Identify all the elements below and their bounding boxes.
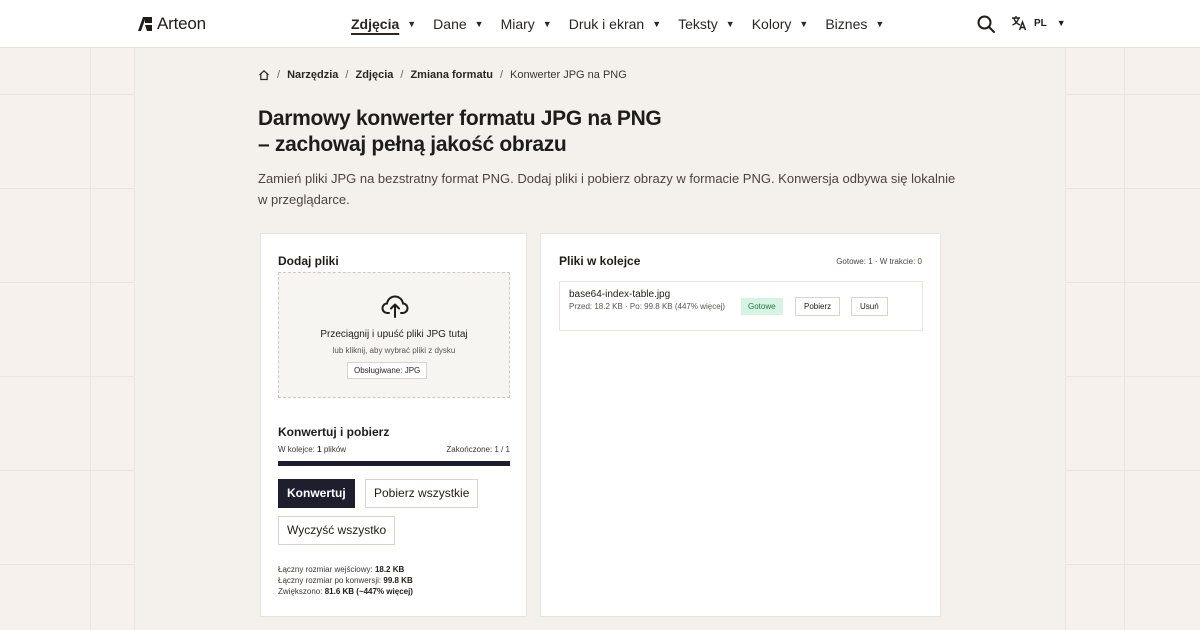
breadcrumb: / Narzędzia / Zdjęcia / Zmiana formatu /… [258,69,627,81]
search-icon[interactable] [976,14,996,34]
upload-card: Dodaj pliki Przeciągnij i upuść pliki JP… [260,233,527,617]
chevron-down-icon: ▼ [542,19,552,29]
queue-title: Pliki w kolejce [559,254,641,268]
clear-all-button[interactable]: Wyczyść wszystko [278,516,396,545]
progress-bar [278,461,510,466]
language-selector[interactable]: PL ▼ [1010,14,1066,32]
summary-input-label: Łączny rozmiar wejściowy: [278,565,373,574]
convert-button[interactable]: Konwertuj [278,479,355,508]
download-file-button[interactable]: Pobierz [795,297,841,316]
breadcrumb-current: Konwerter JPG na PNG [510,69,627,81]
queue-stats: W kolejce: 1 plików Zakończone: 1 / 1 [278,445,510,454]
queue-status: Gotowe: 1 · W trakcie: 0 [836,257,922,266]
summary-output: Łączny rozmiar po konwersji: 99.8 KB [278,575,413,586]
summary-diff: Zwiększono: 81.6 KB (~447% więcej) [278,586,413,597]
breadcrumb-separator: / [400,69,404,81]
chevron-down-icon: ▼ [725,19,735,29]
queue-count-text: W kolejce: 1 plików [278,445,346,454]
language-code: PL [1034,17,1047,29]
page-title: Darmowy konwerter formatu JPG na PNG – z… [258,107,662,156]
chevron-down-icon: ▼ [875,19,885,29]
nav-item-photos[interactable]: Zdjęcia ▼ [351,16,416,32]
queue-count: 1 [317,445,322,454]
queue-prefix: W kolejce: [278,445,315,454]
page-intro: Zamień pliki JPG na bezstratny format PN… [258,171,956,207]
chevron-down-icon: ▼ [474,19,484,29]
nav-label: Miary [500,16,535,32]
file-dropzone[interactable]: Przeciągnij i upuść pliki JPG tutaj lub … [278,272,510,398]
chevron-down-icon: ▼ [652,19,662,29]
nav-label: Kolory [751,16,792,32]
logo-text: Arteon [157,14,206,33]
list-item: base64-index-table.jpg Przed: 18.2 KB · … [559,281,923,331]
status-badge: Gotowe [741,298,783,315]
size-summary: Łączny rozmiar wejściowy: 18.2 KB Łączny… [278,564,413,597]
chevron-down-icon: ▼ [799,19,809,29]
summary-output-label: Łączny rozmiar po konwersji: [278,576,382,585]
dropzone-sub-text: lub kliknij, aby wybrać pliki z dysku [332,346,456,355]
main-nav: Zdjęcia ▼ Dane ▼ Miary ▼ Druk i ekran ▼ … [351,0,901,48]
file-size-info: Przed: 18.2 KB · Po: 99.8 KB (447% więce… [569,302,726,311]
dropzone-main-text: Przeciągnij i upuść pliki JPG tutaj [320,329,468,340]
summary-input: Łączny rozmiar wejściowy: 18.2 KB [278,564,413,575]
remove-file-button[interactable]: Usuń [851,297,888,316]
queue-card: Pliki w kolejce Gotowe: 1 · W trakcie: 0… [540,233,941,617]
nav-label: Dane [433,16,467,32]
logo-icon [138,17,152,31]
summary-diff-value: 81.6 KB (~447% więcej) [324,587,413,596]
breadcrumb-separator: / [499,69,504,81]
nav-item-data[interactable]: Dane ▼ [433,16,483,32]
nav-label: Teksty [678,16,718,32]
chevron-down-icon: ▼ [407,19,417,29]
nav-item-business[interactable]: Biznes ▼ [825,16,884,32]
nav-label: Biznes [825,16,868,32]
completed-count: Zakończone: 1 / 1 [446,445,510,454]
nav-item-colors[interactable]: Kolory ▼ [752,16,809,32]
summary-output-value: 99.8 KB [383,576,413,585]
progress-fill [278,461,510,466]
queue-suffix: plików [323,445,347,454]
breadcrumb-photos[interactable]: Zdjęcia [355,69,393,81]
translate-icon [1012,16,1027,31]
convert-title: Konwertuj i pobierz [278,425,390,439]
breadcrumb-separator: / [277,69,281,81]
home-icon[interactable] [258,69,270,81]
breadcrumb-tools[interactable]: Narzędzia [287,69,338,81]
top-navigation-bar: Arteon Zdjęcia ▼ Dane ▼ Miary ▼ Druk i e… [0,0,1200,48]
summary-input-value: 18.2 KB [374,565,405,574]
nav-item-texts[interactable]: Teksty ▼ [678,16,735,32]
chevron-down-icon: ▼ [1056,18,1066,28]
supported-formats-badge: Obsługiwane: JPG [347,362,428,379]
cloud-upload-icon [381,295,409,318]
summary-diff-label: Zwiększono: [278,587,323,596]
nav-label: Zdjęcia [351,16,400,32]
nav-label: Druk i ekran [568,16,645,32]
file-name: base64-index-table.jpg [569,289,671,300]
breadcrumb-format-change[interactable]: Zmiana formatu [410,69,493,81]
nav-item-measures[interactable]: Miary ▼ [501,16,552,32]
breadcrumb-separator: / [345,69,349,81]
upload-title: Dodaj pliki [278,254,339,268]
nav-item-print-screen[interactable]: Druk i ekran ▼ [569,16,661,32]
logo[interactable]: Arteon [137,14,206,34]
download-all-button[interactable]: Pobierz wszystkie [365,479,479,508]
